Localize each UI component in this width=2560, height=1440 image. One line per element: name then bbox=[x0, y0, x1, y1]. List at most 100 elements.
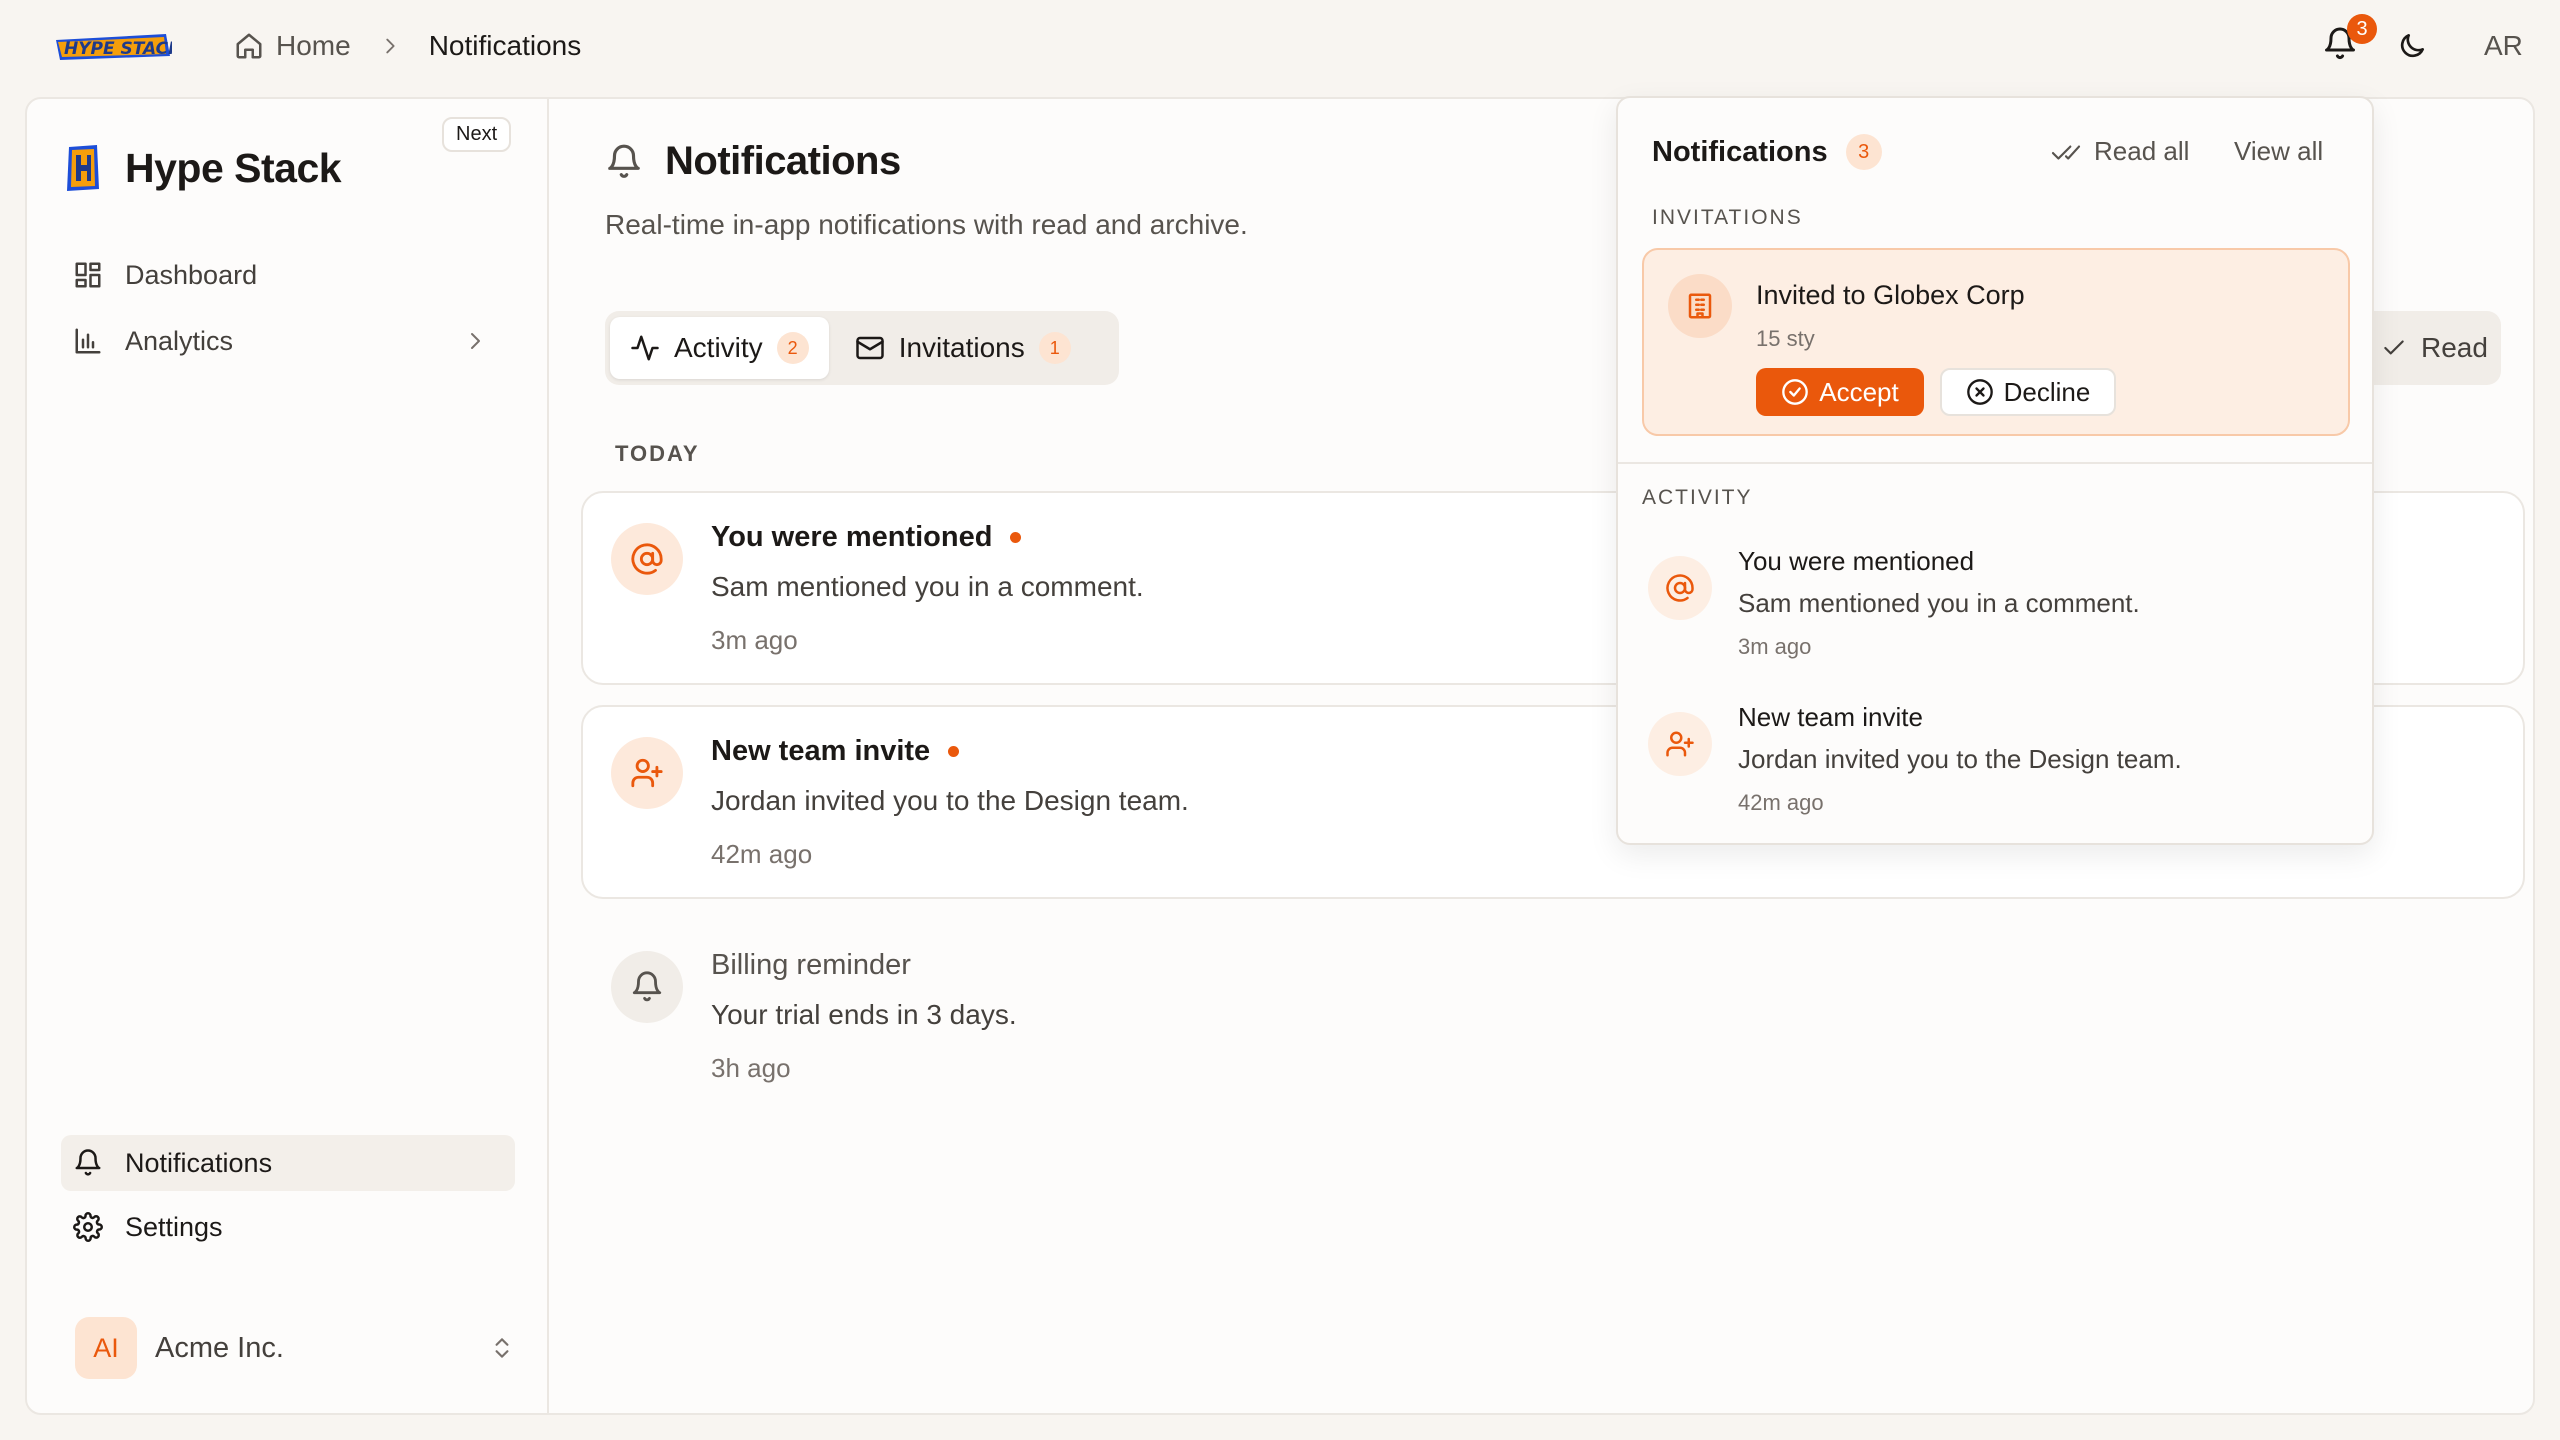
sidebar-item-settings[interactable]: Settings bbox=[61, 1199, 515, 1255]
at-sign-icon bbox=[1648, 556, 1712, 620]
activity-title: You were mentioned bbox=[1738, 546, 1975, 576]
popover-divider bbox=[1618, 462, 2372, 464]
sidebar-item-label: Settings bbox=[125, 1211, 223, 1242]
bell-icon bbox=[75, 1149, 101, 1176]
sidebar-item-notifications[interactable]: Notifications bbox=[61, 1135, 515, 1191]
mark-read-button[interactable]: Read bbox=[2359, 311, 2501, 385]
decline-label: Decline bbox=[2003, 376, 2091, 407]
building-icon bbox=[1668, 274, 1732, 338]
tab-invitations[interactable]: Invitations 1 bbox=[835, 317, 1091, 379]
chevron-right-icon bbox=[386, 38, 395, 54]
invitation-card: Invited to Globex Corp 15 sty Accept Dec… bbox=[1642, 248, 2350, 436]
popover-title: Notifications 3 bbox=[1652, 134, 1882, 170]
section-label-today: TODAY bbox=[615, 441, 700, 466]
sidebar-item-label: Notifications bbox=[125, 1147, 273, 1178]
bell-icon bbox=[608, 144, 640, 178]
bar-chart-icon bbox=[75, 328, 101, 354]
notification-tabs: Activity 2 Invitations 1 bbox=[605, 311, 1119, 385]
sidebar-item-dashboard[interactable]: Dashboard bbox=[61, 247, 515, 303]
notification-body: Jordan invited you to the Design team. bbox=[711, 785, 1189, 816]
sidebar: Next Hype Stack Dashboard Analytics Noti… bbox=[27, 99, 549, 1413]
section-label-invitations: INVITATIONS bbox=[1652, 206, 1803, 229]
page-title: Notifications bbox=[605, 139, 901, 184]
user-avatar[interactable]: AR bbox=[2484, 30, 2523, 62]
mark-read-label: Read bbox=[2421, 332, 2488, 363]
breadcrumb-home-label: Home bbox=[276, 30, 351, 61]
popover-activity-item[interactable]: New team invite Jordan invited you to th… bbox=[1618, 702, 2372, 842]
notifications-popover: Notifications 3 Read all View all INVITA… bbox=[1616, 96, 2374, 845]
read-all-button[interactable]: Read all bbox=[2050, 136, 2189, 167]
org-avatar: AI bbox=[75, 1317, 137, 1379]
notification-title-text: New team invite bbox=[711, 735, 931, 767]
gear-icon bbox=[73, 1212, 103, 1242]
invitation-title: Invited to Globex Corp bbox=[1756, 280, 2025, 310]
notification-body: Your trial ends in 3 days. bbox=[711, 999, 1017, 1030]
section-label-activity: ACTIVITY bbox=[1642, 486, 1753, 509]
activity-body: Sam mentioned you in a comment. bbox=[1738, 588, 2140, 618]
page-title-text: Notifications bbox=[665, 139, 901, 183]
activity-icon bbox=[631, 335, 659, 361]
check-check-icon bbox=[2051, 145, 2081, 160]
tab-count-badge: 2 bbox=[776, 332, 809, 364]
page-subtitle: Real-time in-app notifications with read… bbox=[605, 209, 1248, 240]
chevrons-up-down-icon bbox=[495, 1338, 509, 1358]
activity-time: 3m ago bbox=[1738, 634, 1812, 659]
decline-button[interactable]: Decline bbox=[1940, 368, 2116, 416]
check-icon bbox=[2384, 340, 2404, 355]
notification-title: Billing reminder bbox=[711, 949, 911, 981]
activity-body: Jordan invited you to the Design team. bbox=[1738, 744, 2182, 774]
app-name: Hype Stack bbox=[125, 144, 342, 191]
popover-activity-item[interactable]: You were mentioned Sam mentioned you in … bbox=[1618, 546, 2372, 686]
read-all-label: Read all bbox=[2094, 136, 2190, 166]
x-circle-icon bbox=[1966, 379, 1993, 405]
app-title[interactable]: Hype Stack bbox=[63, 143, 342, 193]
notification-time: 42m ago bbox=[711, 839, 813, 869]
top-bar: HYPE STACK Home Notifications 3 AR bbox=[0, 0, 2560, 96]
hype-stack-logo[interactable]: HYPE STACK bbox=[54, 30, 172, 64]
notification-card[interactable]: Billing reminder Your trial ends in 3 da… bbox=[581, 919, 2525, 1113]
check-circle-icon bbox=[1782, 379, 1809, 405]
at-sign-icon bbox=[611, 523, 683, 595]
theme-toggle-button[interactable] bbox=[2396, 30, 2428, 62]
popover-count-badge: 3 bbox=[1845, 134, 1882, 170]
chevron-right-icon bbox=[471, 333, 480, 349]
breadcrumb-current: Notifications bbox=[428, 30, 582, 61]
activity-time: 42m ago bbox=[1738, 790, 1824, 815]
dashboard-icon bbox=[75, 262, 101, 288]
user-plus-icon bbox=[1648, 712, 1712, 776]
view-all-link[interactable]: View all bbox=[2234, 136, 2323, 167]
notification-title: New team invite bbox=[711, 735, 960, 768]
mail-icon bbox=[855, 336, 884, 360]
org-switcher[interactable]: AI Acme Inc. bbox=[75, 1317, 515, 1379]
notification-time: 3m ago bbox=[711, 625, 798, 655]
sidebar-item-analytics[interactable]: Analytics bbox=[61, 313, 515, 369]
tab-label: Activity bbox=[674, 332, 763, 363]
notification-title: You were mentioned bbox=[711, 521, 1022, 554]
unread-dot bbox=[1010, 532, 1022, 543]
breadcrumb-home[interactable]: Home bbox=[234, 30, 351, 62]
accept-button[interactable]: Accept bbox=[1756, 368, 1924, 416]
tab-activity[interactable]: Activity 2 bbox=[610, 317, 829, 379]
home-icon bbox=[236, 33, 262, 59]
accept-label: Accept bbox=[1819, 376, 1899, 407]
breadcrumb: Home Notifications bbox=[234, 30, 581, 62]
tab-label: Invitations bbox=[898, 332, 1025, 363]
user-plus-icon bbox=[611, 737, 683, 809]
next-badge: Next bbox=[442, 117, 512, 152]
bell-count-badge: 3 bbox=[2347, 14, 2377, 44]
notification-time: 3h ago bbox=[711, 1053, 791, 1083]
moon-icon bbox=[2400, 34, 2424, 58]
tab-count-badge: 1 bbox=[1038, 332, 1071, 364]
sidebar-item-label: Analytics bbox=[125, 325, 234, 356]
unread-dot bbox=[948, 746, 960, 757]
org-name: Acme Inc. bbox=[155, 1331, 284, 1364]
notification-title-text: You were mentioned bbox=[711, 521, 993, 553]
hype-stack-mark-icon bbox=[67, 145, 99, 191]
bell-icon bbox=[611, 951, 683, 1023]
activity-title: New team invite bbox=[1738, 702, 1923, 732]
invitation-date: 15 sty bbox=[1756, 326, 1815, 351]
svg-text:HYPE STACK: HYPE STACK bbox=[64, 39, 172, 59]
popover-title-text: Notifications bbox=[1652, 135, 1828, 168]
notification-body: Sam mentioned you in a comment. bbox=[711, 571, 1144, 602]
sidebar-item-label: Dashboard bbox=[125, 259, 258, 290]
